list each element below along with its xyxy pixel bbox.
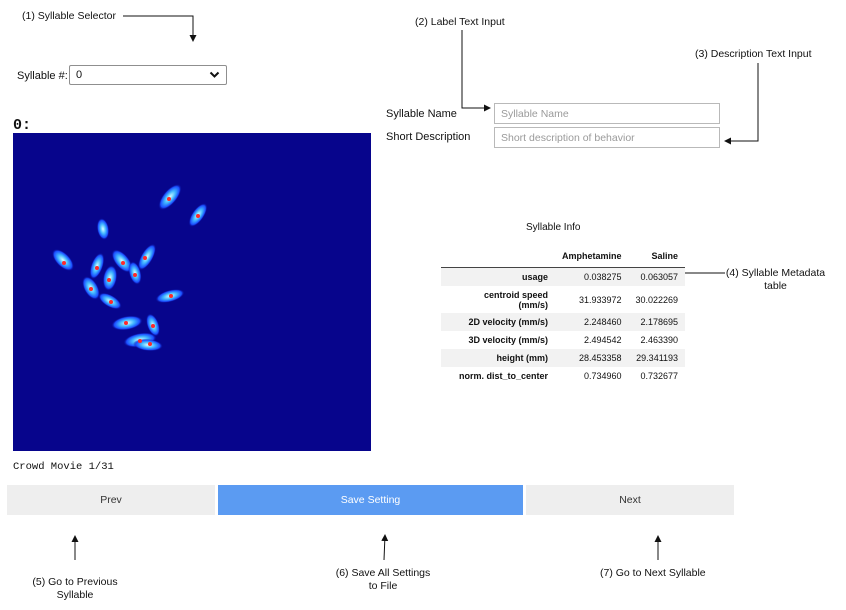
arrow-syllable-selector: [123, 15, 197, 42]
table-cell: 0.038275: [583, 272, 622, 282]
row-label-norm-dist-to-center: norm. dist_to_center: [458, 371, 548, 381]
crowd-movie-caption: Crowd Movie 1/31: [13, 461, 114, 473]
next-button[interactable]: Next: [526, 485, 734, 515]
syllable-name-label: Syllable Name: [386, 108, 457, 120]
table-row: 3D velocity (mm/s) 2.494542 2.463390: [441, 331, 685, 349]
row-label-centroid-speed: centroid speed (mm/s): [441, 286, 555, 313]
syllable-selector-label: Syllable #:: [17, 70, 68, 82]
annotation-metadata-table: (4) Syllable Metadata table: [723, 267, 828, 293]
prev-button[interactable]: Prev: [7, 485, 215, 515]
table-cell: 29.341193: [636, 353, 679, 363]
annotation-description-text-input: (3) Description Text Input: [695, 48, 812, 60]
table-cell: 0.732677: [640, 371, 679, 381]
column-header-amphetamine: Amphetamine: [555, 245, 629, 268]
syllable-selector-value: 0: [76, 69, 83, 81]
mice-cluster: [51, 183, 208, 352]
table-cell: 28.453358: [578, 353, 622, 363]
annotation-save-line1: (6) Save All Settings: [335, 567, 431, 579]
annotation-label-text-input: (2) Label Text Input: [415, 16, 505, 28]
short-description-input[interactable]: [494, 127, 720, 148]
table-row: height (mm) 28.453358 29.341193: [441, 349, 686, 367]
table-cell: 0.734960: [583, 371, 622, 381]
row-label-height: height (mm): [496, 353, 549, 363]
table-corner: [441, 245, 555, 268]
annotation-metadata-line2: table: [764, 280, 787, 292]
syllable-metadata-table: Amphetamine Saline usage 0.038275 0.0630…: [441, 245, 686, 385]
table-row: usage 0.038275 0.063057: [441, 267, 686, 286]
table-cell: 2.463390: [640, 335, 679, 345]
row-label-line: (mm/s): [518, 299, 548, 310]
arrow-label-input: [461, 30, 491, 112]
table-cell: 2.248460: [583, 317, 622, 327]
chevron-down-icon: [209, 69, 220, 83]
annotation-save-line2: to File: [368, 580, 398, 592]
syllable-name-input[interactable]: [494, 103, 720, 124]
table-cell: 0.063057: [640, 272, 679, 282]
table-row: norm. dist_to_center 0.734960 0.732677: [441, 367, 685, 385]
table-row: centroid speed (mm/s) 31.933972 30.02226…: [441, 286, 685, 313]
arrow-description-input: [724, 63, 759, 145]
annotation-save: (6) Save All Settings to File: [318, 567, 448, 593]
syllable-selector-dropdown[interactable]: 0: [69, 65, 227, 85]
annotation-syllable-selector: (1) Syllable Selector: [22, 10, 116, 22]
row-label-2d-velocity: 2D velocity (mm/s): [468, 317, 548, 327]
table-header-row: Amphetamine Saline: [441, 245, 686, 268]
arrow-save-button: [381, 534, 389, 561]
crowd-movie[interactable]: [13, 133, 371, 451]
row-label-line: centroid speed: [483, 289, 548, 300]
frame-title: 0:: [13, 117, 32, 134]
annotation-prev-line1: (5) Go to Previous: [32, 576, 118, 588]
annotation-metadata-line1: (4) Syllable Metadata: [725, 267, 826, 279]
save-setting-button[interactable]: Save Setting: [218, 485, 523, 515]
annotation-prev-line2: Syllable: [56, 589, 94, 601]
row-label-usage: usage: [521, 272, 548, 282]
table-cell: 2.178695: [640, 317, 679, 327]
table-cell: 30.022269: [635, 294, 679, 305]
annotation-prev: (5) Go to Previous Syllable: [15, 576, 135, 602]
row-label-3d-velocity: 3D velocity (mm/s): [468, 335, 548, 345]
column-header-saline: Saline: [628, 245, 686, 268]
annotation-next: (7) Go to Next Syllable: [600, 567, 706, 579]
table-cell: 2.494542: [583, 335, 622, 345]
syllable-info-title: Syllable Info: [526, 222, 581, 233]
table-row: 2D velocity (mm/s) 2.248460 2.178695: [441, 313, 686, 331]
table-cell: 31.933972: [578, 294, 622, 305]
crowd-movie-frame: [51, 183, 208, 352]
short-description-label: Short Description: [386, 131, 471, 143]
